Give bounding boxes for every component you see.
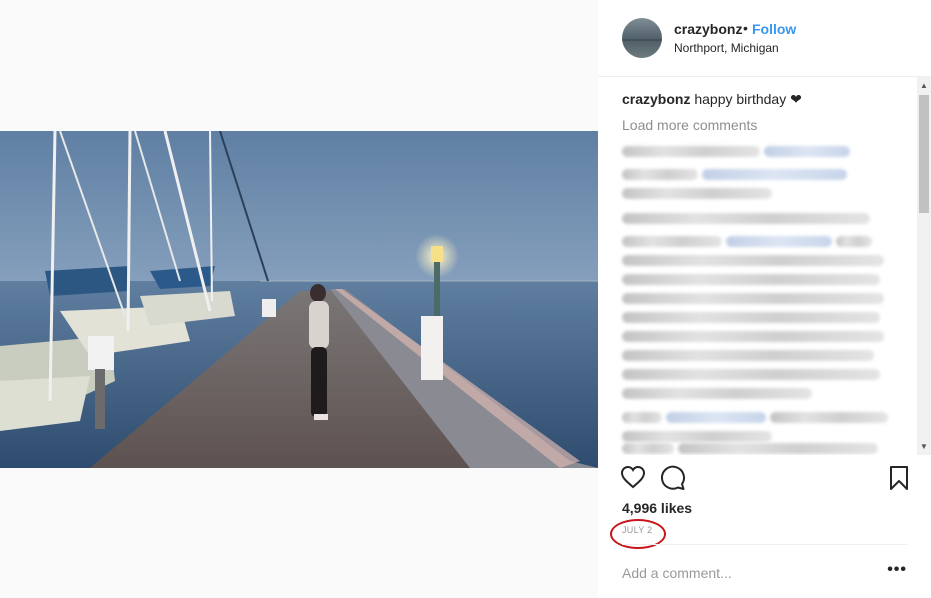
comment-icon[interactable] xyxy=(660,465,686,491)
blurred-comments xyxy=(622,141,894,454)
heart-icon[interactable] xyxy=(620,465,646,489)
avatar[interactable] xyxy=(622,18,662,58)
scrollbar-thumb[interactable] xyxy=(919,95,929,213)
load-more-comments-link[interactable]: Load more comments xyxy=(622,117,757,133)
comment-divider xyxy=(622,544,907,545)
username-link[interactable]: crazybonz xyxy=(674,21,742,37)
scroll-up-arrow[interactable]: ▲ xyxy=(920,81,928,90)
caption: crazybonz happy birthday ❤ xyxy=(622,91,802,108)
post-header: crazybonz • Follow Northport, Michigan xyxy=(598,0,931,77)
follow-button[interactable]: Follow xyxy=(752,21,796,37)
separator-dot: • xyxy=(743,20,748,36)
comments-scrollbar[interactable]: ▲ ▼ xyxy=(917,77,931,455)
location-link[interactable]: Northport, Michigan xyxy=(674,41,779,55)
comment-input[interactable]: Add a comment... xyxy=(622,565,732,581)
post-actions: 4,996 likes JULY 2 Add a comment... ••• xyxy=(598,455,931,598)
caption-text: happy birthday ❤ xyxy=(694,91,802,107)
scroll-down-arrow[interactable]: ▼ xyxy=(920,442,928,451)
comments-section: crazybonz happy birthday ❤ Load more com… xyxy=(598,77,931,455)
post-sidebar: crazybonz • Follow Northport, Michigan c… xyxy=(598,0,931,598)
photo-pier-sunset xyxy=(0,131,598,468)
photo-pane xyxy=(0,0,598,598)
post-photo[interactable] xyxy=(0,131,598,468)
bookmark-icon[interactable] xyxy=(888,465,910,491)
caption-username[interactable]: crazybonz xyxy=(622,91,690,107)
likes-count[interactable]: 4,996 likes xyxy=(622,500,692,516)
more-options-icon[interactable]: ••• xyxy=(887,561,907,579)
